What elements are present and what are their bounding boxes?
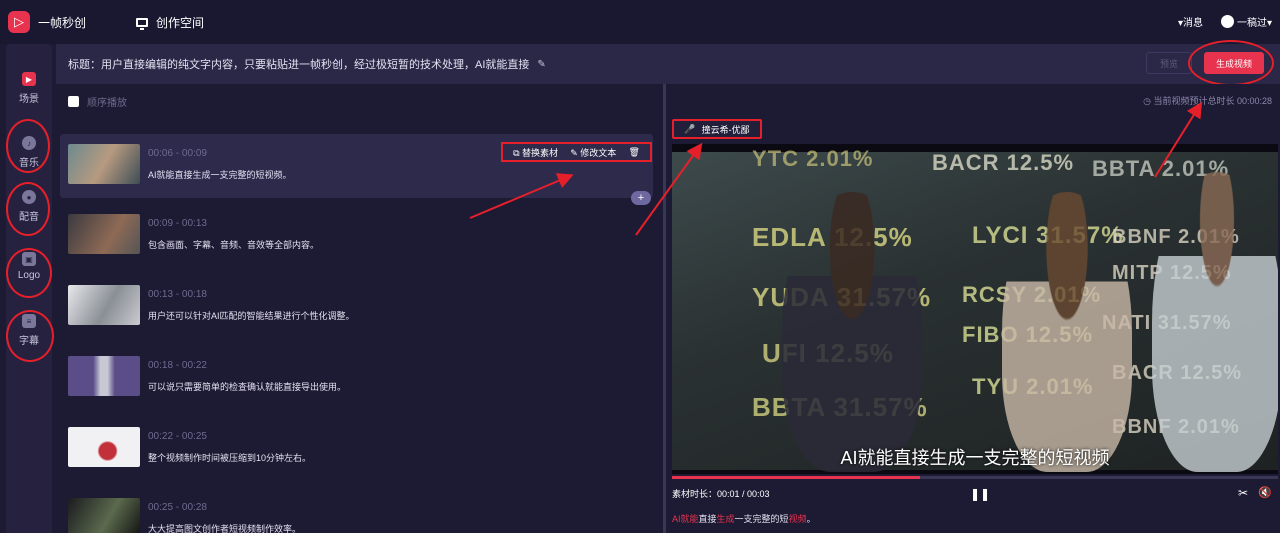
scene-text: 整个视频制作时间被压缩到10分钟左右。 — [148, 453, 312, 463]
sequential-play-toggle[interactable]: 顺序播放 — [68, 94, 127, 109]
person-figure — [1152, 172, 1278, 472]
annotation-circle-music — [6, 119, 50, 173]
logo-mark-icon: ▷ — [8, 11, 30, 33]
material-duration: 素材时长：00:01 / 00:03 — [672, 488, 770, 499]
scene-text: 可以说只需要简单的检查确认就能直接导出使用。 — [148, 382, 347, 392]
scene-thumbnail — [68, 356, 140, 396]
app-logo[interactable]: ▷ 一帧秒创 — [8, 11, 86, 33]
title-bar: 标题：用户直接编辑的纯文字内容，只要粘贴进一帧秒创，经过极短暂的技术处理，AI就… — [56, 44, 1280, 84]
avatar[interactable] — [1220, 15, 1234, 28]
workspace-label: 创作空间 — [156, 15, 205, 30]
video-title[interactable]: 标题：用户直接编辑的纯文字内容，只要粘贴进一帧秒创，经过极短暂的技术处理，AI就… — [68, 56, 529, 72]
sequential-play-checkbox[interactable] — [68, 96, 79, 107]
scene-action-bar: ⧉ 替换素材 ✎ 修改文本 🗑 — [501, 142, 652, 162]
app-name: 一帧秒创 — [38, 15, 87, 30]
video-progress-fill — [672, 476, 921, 479]
ticker-text: BACR 12.5% — [932, 150, 1075, 175]
preview-button[interactable]: 预览 — [1146, 52, 1192, 74]
scene-time: 00:18 - 00:22 — [148, 360, 207, 371]
caption-text: AI就能直接生成一支完整的短视频。 — [672, 514, 816, 524]
ticker-text: YTC 2.01% — [752, 146, 874, 171]
scene-list-panel: 顺序播放 00:06 - 00:09 AI就能直接生成一支完整的短视频。 ⧉ 替… — [56, 84, 665, 533]
workspace-link[interactable]: 创作空间 — [136, 14, 204, 31]
add-scene-button[interactable]: + — [631, 191, 651, 205]
delete-icon[interactable]: 🗑 — [628, 147, 639, 158]
top-bar: ▷ 一帧秒创 创作空间 ▾消息 一稿过▾ — [0, 0, 1280, 44]
scene-item[interactable]: 00:18 - 00:22 可以说只需要简单的检查确认就能直接导出使用。 — [60, 346, 653, 410]
estimated-duration: ◷ 当前视频预计总时长 00:00:28 — [1143, 96, 1272, 106]
pause-icon[interactable]: ❚❚ — [970, 487, 990, 501]
scene-text: 大大提高图文创作者短视频制作效率。 — [148, 524, 302, 533]
scene-time: 00:09 - 00:13 — [148, 218, 207, 229]
video-frame: YTC 2.01% BACR 12.5% BBTA 2.01% EDLA 12.… — [672, 146, 1278, 472]
scene-thumbnail — [68, 498, 140, 533]
scene-icon: ▶ — [22, 72, 36, 86]
edit-title-icon[interactable]: ✎ — [537, 59, 545, 70]
video-progress-bar[interactable] — [672, 476, 1278, 479]
person-figure — [782, 192, 922, 472]
scene-item[interactable]: 00:22 - 00:25 整个视频制作时间被压缩到10分钟左右。 — [60, 417, 653, 481]
scene-thumbnail — [68, 285, 140, 325]
video-player[interactable]: YTC 2.01% BACR 12.5% BBTA 2.01% EDLA 12.… — [672, 144, 1278, 474]
annotation-circle-logo — [6, 248, 52, 298]
scene-item[interactable]: 00:09 - 00:13 包含画面、字幕、音频、音效等全部内容。 — [60, 204, 653, 268]
scene-time: 00:25 - 00:28 — [148, 502, 207, 513]
mute-icon[interactable]: 🔇 — [1258, 486, 1272, 499]
scene-thumbnail — [68, 144, 140, 184]
user-menu[interactable]: 一稿过▾ — [1237, 14, 1272, 29]
player-controls: 素材时长：00:01 / 00:03 ❚❚ ✂ 🔇 — [672, 484, 1278, 502]
messages-link[interactable]: ▾消息 — [1178, 14, 1203, 29]
scene-item[interactable]: 00:13 - 00:18 用户还可以针对AI匹配的智能结果进行个性化调整。 — [60, 275, 653, 339]
scissors-icon[interactable]: ✂ — [1238, 486, 1248, 500]
scene-text: AI就能直接生成一支完整的短视频。 — [148, 170, 292, 180]
person-figure — [1002, 192, 1132, 472]
voice-selector[interactable]: 🎤 撞云希-优鄙 — [672, 119, 762, 139]
microphone-icon: 🎤 — [684, 123, 696, 134]
scene-thumbnail — [68, 427, 140, 467]
scene-time: 00:22 - 00:25 — [148, 431, 207, 442]
scene-time: 00:06 - 00:09 — [148, 148, 207, 159]
scene-time: 00:13 - 00:18 — [148, 289, 207, 300]
scene-item[interactable]: 00:25 - 00:28 大大提高图文创作者短视频制作效率。 — [60, 488, 653, 533]
scene-item[interactable]: 00:06 - 00:09 AI就能直接生成一支完整的短视频。 ⧉ 替换素材 ✎… — [60, 134, 653, 198]
preview-panel: ◷ 当前视频预计总时长 00:00:28 🎤 撞云希-优鄙 YTC 2.01% … — [666, 84, 1280, 533]
replace-material-button[interactable]: ⧉ 替换素材 — [513, 146, 558, 159]
annotation-circle-dubbing — [6, 182, 50, 236]
scene-thumbnail — [68, 214, 140, 254]
video-subtitle: AI就能直接生成一支完整的短视频 — [840, 448, 1110, 468]
scene-text: 用户还可以针对AI匹配的智能结果进行个性化调整。 — [148, 311, 355, 321]
annotation-circle-generate — [1188, 40, 1274, 86]
monitor-icon — [136, 17, 149, 30]
scene-text: 包含画面、字幕、音频、音效等全部内容。 — [148, 240, 320, 250]
edit-text-button[interactable]: ✎ 修改文本 — [570, 146, 616, 159]
annotation-circle-subtitle — [6, 310, 54, 362]
sidebar-item-scene[interactable]: ▶ 场景 — [6, 72, 52, 105]
